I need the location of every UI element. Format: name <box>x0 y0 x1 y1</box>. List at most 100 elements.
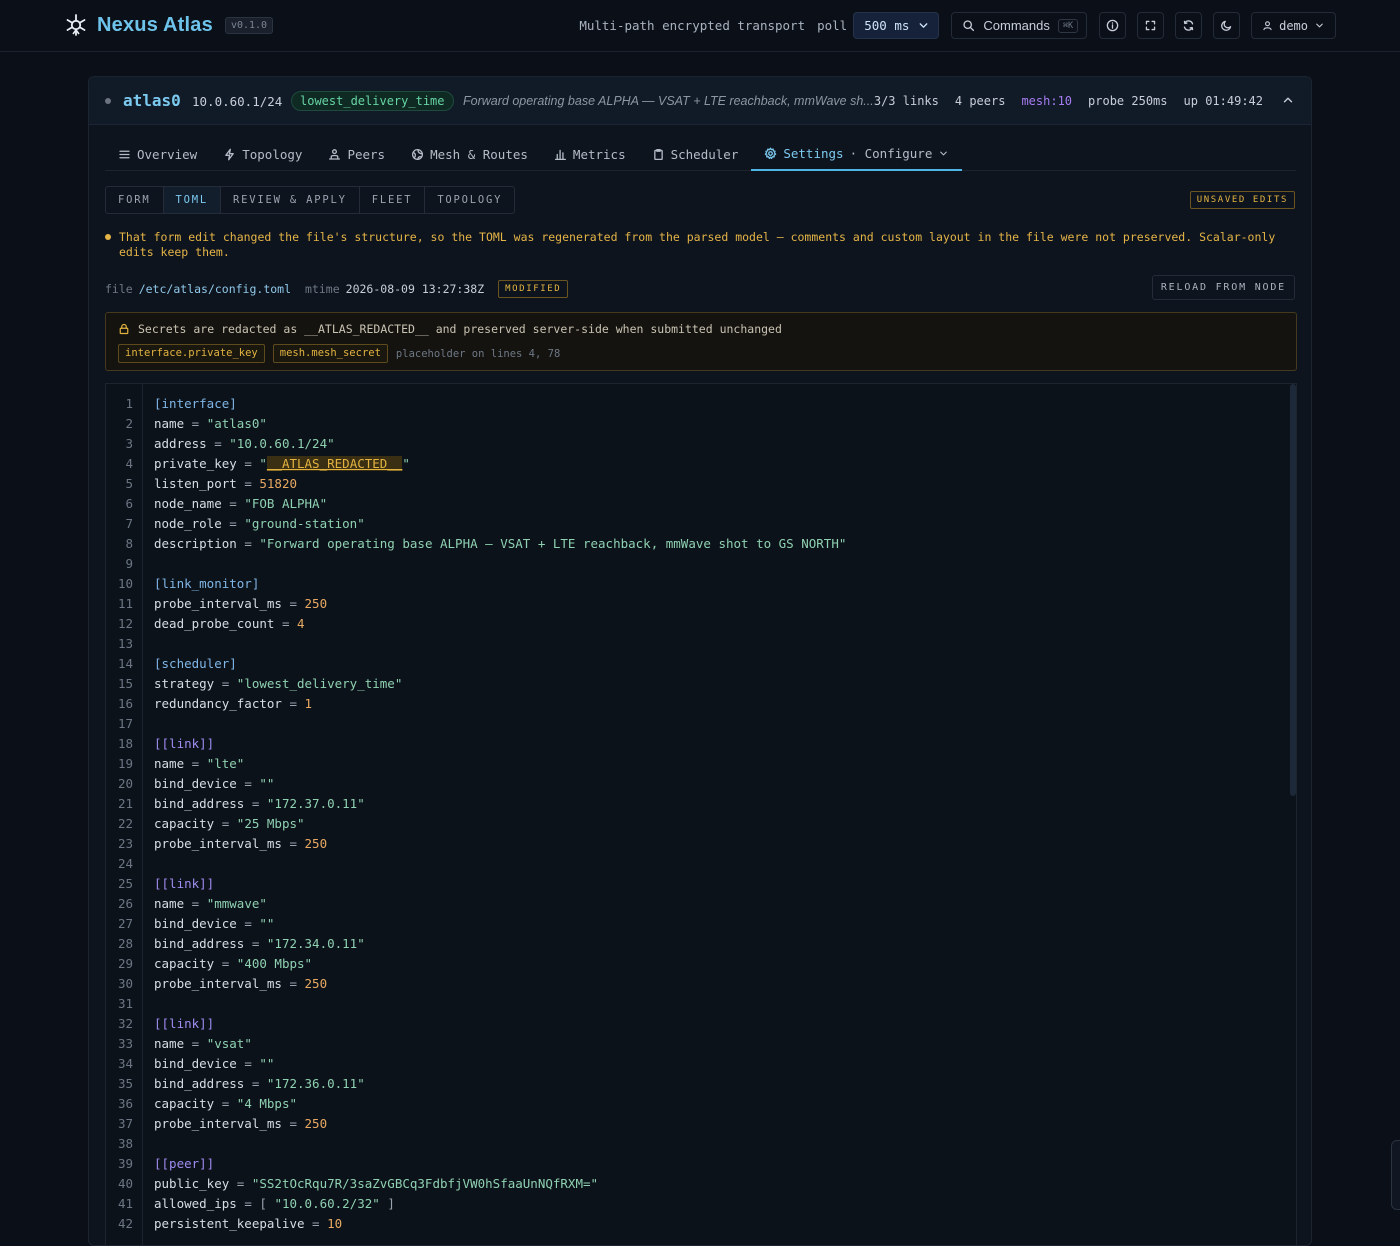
string-value: "10.0.60.2/32" <box>274 1196 380 1211</box>
subtab-topology[interactable]: TOPOLOGY <box>425 187 514 213</box>
chevron-up-icon[interactable] <box>1281 93 1295 107</box>
toml-key: bind_address <box>154 1076 245 1091</box>
tab-scheduler[interactable]: Scheduler <box>639 137 752 171</box>
secrets-message-row: Secrets are redacted as __ATLAS_REDACTED… <box>118 322 782 336</box>
string-value: "mmwave" <box>206 896 267 911</box>
line-number: 13 <box>117 636 133 651</box>
top-bar: Nexus Atlas v0.1.0 Multi-path encrypted … <box>0 0 1400 52</box>
modified-badge: MODIFIED <box>498 280 569 298</box>
refresh-button[interactable] <box>1175 12 1203 39</box>
string-value: "172.36.0.11" <box>266 1076 365 1091</box>
warning-text: That form edit changed the file's struct… <box>119 230 1276 259</box>
line-number: 22 <box>117 816 133 831</box>
secrets-notice: Secrets are redacted as __ATLAS_REDACTED… <box>105 312 1297 371</box>
code-text: node_role = "ground-station" <box>154 514 365 534</box>
poll-interval-select[interactable]: 500 ms <box>853 12 940 39</box>
tab-settings[interactable]: Settings · Configure <box>751 137 963 171</box>
brand[interactable]: Nexus Atlas v0.1.0 <box>64 13 274 37</box>
subtab-fleet[interactable]: FLEET <box>360 187 426 213</box>
string-value: "Forward operating base ALPHA — VSAT + L… <box>259 536 847 551</box>
line-number: 17 <box>117 716 133 731</box>
tab-topology[interactable]: Topology <box>210 137 315 171</box>
commands-button[interactable]: Commands ⌘K <box>951 12 1088 39</box>
code-text: private_key = "__ATLAS_REDACTED__" <box>154 454 410 474</box>
subtab-toml[interactable]: TOML <box>163 187 221 213</box>
toml-key: private_key <box>154 456 237 471</box>
code-text: probe_interval_ms = 250 <box>154 974 327 994</box>
tab-label: Mesh & Routes <box>430 146 528 162</box>
status-dot <box>105 98 111 104</box>
probe-stat: probe 250ms <box>1088 94 1168 108</box>
code-text: [interface] <box>154 394 237 414</box>
line-number: 21 <box>117 796 133 811</box>
interface-header[interactable]: atlas0 10.0.60.1/24 lowest_delivery_time… <box>89 77 1311 125</box>
equals-sign: = <box>244 936 267 951</box>
interface-stats: 3/3 links 4 peers mesh:10 probe 250ms up… <box>874 94 1263 108</box>
subtab-form[interactable]: FORM <box>106 187 164 213</box>
code-text: [scheduler] <box>154 654 237 674</box>
code-text: name = "vsat" <box>154 1034 252 1054</box>
editor-scrollbar[interactable] <box>1290 384 1296 796</box>
code-text: capacity = "400 Mbps" <box>154 954 312 974</box>
info-icon <box>1106 19 1119 32</box>
tab-metrics[interactable]: Metrics <box>541 137 639 171</box>
toml-key: capacity <box>154 1096 215 1111</box>
string-value: "lte" <box>206 756 245 771</box>
line-number: 29 <box>117 956 133 971</box>
subtab-review-apply[interactable]: REVIEW & APPLY <box>221 187 360 213</box>
string-value: "lowest_delivery_time" <box>236 676 403 691</box>
toml-key: public_key <box>154 1176 230 1191</box>
line-number: 41 <box>117 1196 133 1211</box>
line-number: 32 <box>117 1016 133 1031</box>
string-value: "" <box>259 1056 275 1071</box>
equals-sign: = <box>214 1096 237 1111</box>
code-text: probe_interval_ms = 250 <box>154 594 327 614</box>
line-number: 30 <box>117 976 133 991</box>
equals-sign: = <box>281 976 305 991</box>
user-menu-button[interactable]: demo <box>1251 12 1336 39</box>
line-number: 39 <box>117 1156 133 1171</box>
line-number: 33 <box>117 1036 133 1051</box>
string-value: "FOB ALPHA" <box>244 496 328 511</box>
line-number: 35 <box>117 1076 133 1091</box>
tab-peers[interactable]: Peers <box>315 137 398 171</box>
theme-toggle-button[interactable] <box>1213 12 1241 39</box>
number-value: 10 <box>327 1216 343 1231</box>
version-badge: v0.1.0 <box>224 16 274 34</box>
array-table-header: [[link]] <box>154 876 215 891</box>
reload-from-node-button[interactable]: RELOAD FROM NODE <box>1151 275 1295 300</box>
poll-value: 500 ms <box>864 18 910 33</box>
equals-sign: = <box>236 1196 260 1211</box>
tab-overview[interactable]: Overview <box>105 137 210 171</box>
line-number: 34 <box>117 1056 133 1071</box>
tab-mesh-routes[interactable]: Mesh & Routes <box>398 137 541 171</box>
code-text: bind_address = "172.37.0.11" <box>154 794 365 814</box>
unsaved-edits-badge: UNSAVED EDITS <box>1189 191 1295 209</box>
line-number: 8 <box>125 536 133 551</box>
secret-field-tag: interface.private_key <box>118 344 265 363</box>
side-panel-handle[interactable] <box>1391 1140 1400 1210</box>
line-number: 28 <box>117 936 133 951</box>
search-icon <box>963 20 975 32</box>
info-button[interactable] <box>1099 12 1127 39</box>
toml-key: probe_interval_ms <box>154 976 282 991</box>
secret-field-tag: mesh.mesh_secret <box>272 344 388 363</box>
fullscreen-button[interactable] <box>1137 12 1165 39</box>
toml-key: capacity <box>154 816 215 831</box>
toml-key: bind_device <box>154 1056 237 1071</box>
toml-editor[interactable]: 1 [interface] 2 name = "atlas0" 3 address = "… <box>105 383 1297 1245</box>
secrets-note: placeholder on lines 4, 78 <box>395 347 561 360</box>
table-header: [link_monitor] <box>154 576 260 591</box>
number-value: 250 <box>304 836 328 851</box>
toml-key: bind_address <box>154 796 245 811</box>
globe-icon <box>412 148 424 160</box>
bolt-icon <box>225 148 235 160</box>
number-value: 250 <box>304 976 328 991</box>
line-number: 12 <box>117 616 133 631</box>
code-text: listen_port = 51820 <box>154 474 297 494</box>
equals-sign: = <box>184 756 207 771</box>
toml-key: listen_port <box>154 476 237 491</box>
code-text: bind_address = "172.36.0.11" <box>154 1074 365 1094</box>
code-text: persistent_keepalive = 10 <box>154 1214 342 1234</box>
secrets-message: Secrets are redacted as __ATLAS_REDACTED… <box>138 322 782 336</box>
